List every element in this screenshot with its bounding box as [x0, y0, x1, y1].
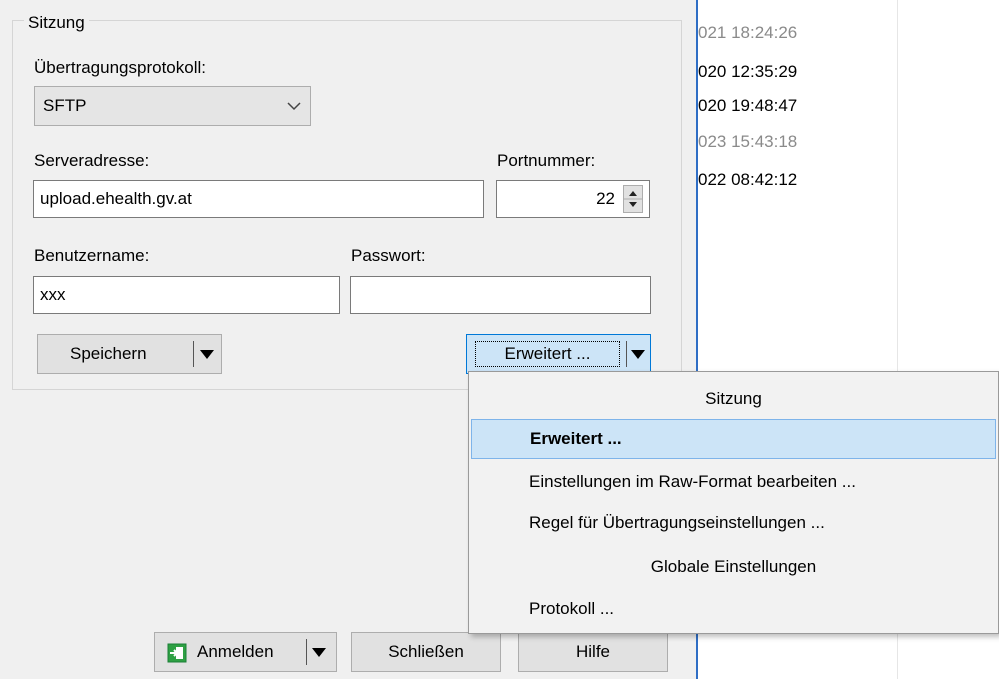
- protocol-label: Übertragungsprotokoll:: [34, 58, 206, 77]
- help-button[interactable]: Hilfe: [518, 632, 668, 672]
- menu-item-raw-settings[interactable]: Einstellungen im Raw-Format bearbeiten .…: [469, 464, 998, 500]
- list-item-timestamp[interactable]: 021 18:24:26: [698, 23, 797, 43]
- advanced-button-label: Erweitert ...: [475, 341, 620, 367]
- dropdown-arrow-icon[interactable]: [631, 350, 645, 359]
- port-spinner[interactable]: [623, 185, 643, 213]
- list-item-timestamp[interactable]: 022 08:42:12: [698, 170, 797, 190]
- server-label: Serveradresse:: [34, 151, 150, 170]
- menu-section-header: Globale Einstellungen: [650, 557, 817, 576]
- login-icon: [167, 643, 187, 663]
- protocol-select-value: SFTP: [43, 96, 87, 115]
- close-button[interactable]: Schließen: [351, 632, 501, 672]
- username-input[interactable]: xxx: [33, 276, 340, 314]
- list-item-timestamp[interactable]: 020 12:35:29: [698, 62, 797, 82]
- menu-item-advanced[interactable]: Erweitert ...: [471, 419, 996, 459]
- protocol-select[interactable]: SFTP: [34, 86, 311, 126]
- session-group-title: Sitzung: [24, 13, 89, 33]
- save-split-button[interactable]: Speichern: [37, 334, 222, 374]
- password-input[interactable]: [350, 276, 651, 314]
- list-item-timestamp[interactable]: 023 15:43:18: [698, 132, 797, 152]
- split-separator: [306, 639, 307, 665]
- split-separator: [193, 341, 194, 367]
- server-input[interactable]: upload.ehealth.gv.at: [33, 180, 484, 218]
- list-item-timestamp[interactable]: 020 19:48:47: [698, 96, 797, 116]
- advanced-split-button[interactable]: Erweitert ...: [466, 334, 651, 374]
- dropdown-arrow-icon[interactable]: [200, 350, 214, 359]
- save-button-label: Speichern: [70, 344, 147, 363]
- chevron-down-icon: [287, 102, 301, 111]
- spinner-arrows-icon: [624, 191, 642, 207]
- menu-item-transfer-rule[interactable]: Regel für Übertragungseinstellungen ...: [469, 505, 998, 541]
- menu-item-logging[interactable]: Protokoll ...: [469, 591, 998, 627]
- port-label: Portnummer:: [497, 151, 596, 170]
- dropdown-arrow-icon[interactable]: [312, 648, 326, 657]
- split-separator: [626, 341, 627, 367]
- menu-section-header: Sitzung: [705, 389, 762, 408]
- advanced-dropdown-menu: Sitzung Erweitert ... Einstellungen im R…: [468, 371, 999, 634]
- username-label: Benutzername:: [34, 246, 150, 265]
- password-label: Passwort:: [351, 246, 426, 265]
- login-button-label: Anmelden: [197, 642, 274, 661]
- login-split-button[interactable]: Anmelden: [154, 632, 337, 672]
